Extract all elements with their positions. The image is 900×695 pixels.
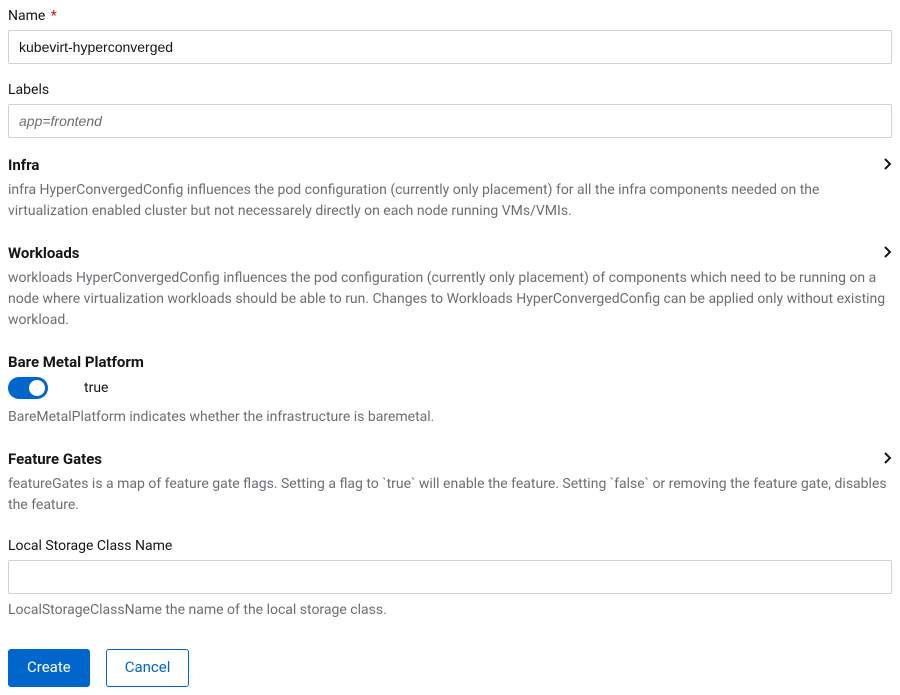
bare-metal-title: Bare Metal Platform [8, 353, 892, 371]
name-field-group: Name * [8, 8, 892, 64]
feature-gates-section-header[interactable]: Feature Gates [8, 450, 892, 468]
infra-section: Infra infra HyperConvergedConfig influen… [8, 156, 892, 222]
name-label: Name * [8, 8, 892, 24]
feature-gates-title: Feature Gates [8, 450, 102, 468]
labels-input[interactable] [8, 104, 892, 138]
bare-metal-section: Bare Metal Platform true BareMetalPlatfo… [8, 353, 892, 428]
bare-metal-switch-row: true [8, 377, 892, 399]
local-storage-description: LocalStorageClassName the name of the lo… [8, 600, 892, 621]
labels-label: Labels [8, 82, 892, 98]
workloads-description: workloads HyperConvergedConfig influence… [8, 268, 892, 331]
name-input[interactable] [8, 30, 892, 64]
local-storage-label: Local Storage Class Name [8, 538, 892, 554]
name-label-text: Name [8, 8, 45, 24]
bare-metal-toggle[interactable] [8, 377, 48, 399]
infra-description: infra HyperConvergedConfig influences th… [8, 180, 892, 222]
required-asterisk: * [51, 8, 57, 24]
chevron-right-icon [884, 246, 892, 261]
feature-gates-section: Feature Gates featureGates is a map of f… [8, 450, 892, 516]
infra-section-title: Infra [8, 156, 39, 174]
feature-gates-description: featureGates is a map of feature gate fl… [8, 474, 892, 516]
cancel-button[interactable]: Cancel [106, 649, 190, 687]
toggle-slider [8, 377, 48, 399]
bare-metal-value: true [84, 380, 108, 396]
chevron-right-icon [884, 452, 892, 467]
workloads-section-title: Workloads [8, 244, 79, 262]
workloads-section: Workloads workloads HyperConvergedConfig… [8, 244, 892, 331]
workloads-section-header[interactable]: Workloads [8, 244, 892, 262]
infra-section-header[interactable]: Infra [8, 156, 892, 174]
chevron-right-icon [884, 158, 892, 173]
bare-metal-description: BareMetalPlatform indicates whether the … [8, 407, 892, 428]
local-storage-input[interactable] [8, 560, 892, 594]
local-storage-field-group: Local Storage Class Name LocalStorageCla… [8, 538, 892, 621]
create-button[interactable]: Create [8, 649, 90, 687]
button-row: Create Cancel [8, 649, 892, 687]
labels-field-group: Labels [8, 82, 892, 138]
